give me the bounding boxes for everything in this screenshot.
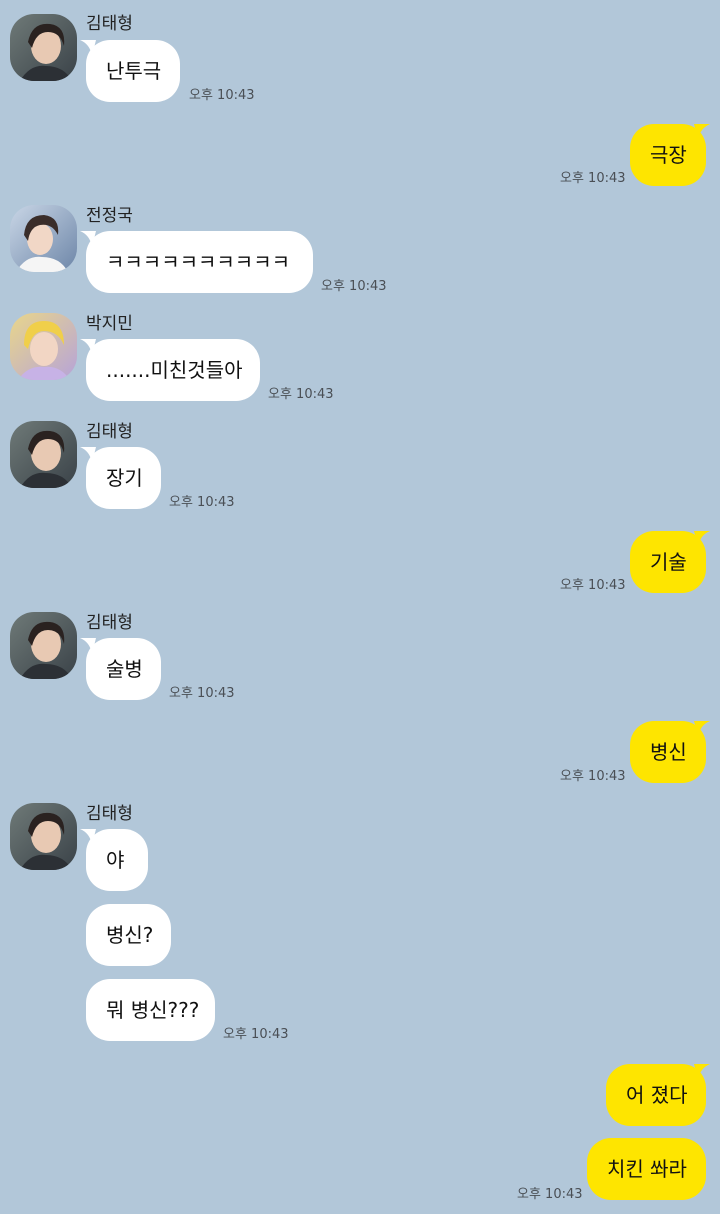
sender-name: 김태형 [86,14,133,34]
message-bubble[interactable]: 어 졌다 [606,1064,706,1126]
bubble-tail [80,447,96,463]
message-time: 오후 10:43 [223,1027,289,1042]
message-time: 오후 10:43 [517,1187,583,1202]
bubble-tail [80,40,96,56]
message-time: 오후 10:43 [169,495,235,510]
profile-photo-jungkook[interactable] [10,205,77,272]
sender-name: 김태형 [86,613,133,633]
bubble-tail [694,124,710,140]
sender-name: 박지민 [86,314,133,334]
chat-area[interactable]: 김태형 난투극 오후 10:43 극장 오후 10:43 전정국 ㅋㅋㅋㅋㅋㅋㅋ… [0,0,720,1214]
message-bubble[interactable]: 난투극 [86,40,180,102]
bubble-tail [80,339,96,355]
message-bubble[interactable]: 치킨 쏴라 [587,1138,706,1200]
message-time: 오후 10:43 [560,578,626,593]
message-bubble[interactable]: 병신? [86,904,171,966]
message-time: 오후 10:43 [268,387,334,402]
bubble-tail [694,531,710,547]
sender-name: 전정국 [86,206,133,226]
bubble-tail [80,638,96,654]
bubble-tail [80,231,96,247]
message-time: 오후 10:43 [189,88,255,103]
message-bubble[interactable]: 장기 [86,447,161,509]
message-bubble[interactable]: ㅋㅋㅋㅋㅋㅋㅋㅋㅋㅋ [86,231,313,293]
message-time: 오후 10:43 [560,171,626,186]
bubble-tail [694,1064,710,1080]
sender-name: 김태형 [86,422,133,442]
message-time: 오후 10:43 [560,769,626,784]
sender-name: 김태형 [86,804,133,824]
profile-photo-taehyung[interactable] [10,612,77,679]
profile-photo-taehyung[interactable] [10,421,77,488]
profile-photo-taehyung[interactable] [10,14,77,81]
message-bubble[interactable]: .......미친것들아 [86,339,260,401]
bubble-tail [80,829,96,845]
bubble-tail [694,721,710,737]
message-time: 오후 10:43 [169,686,235,701]
profile-photo-taehyung[interactable] [10,803,77,870]
profile-photo-jimin[interactable] [10,313,77,380]
message-bubble[interactable]: 뭐 병신??? [86,979,215,1041]
message-bubble[interactable]: 술병 [86,638,161,700]
message-time: 오후 10:43 [321,279,387,294]
